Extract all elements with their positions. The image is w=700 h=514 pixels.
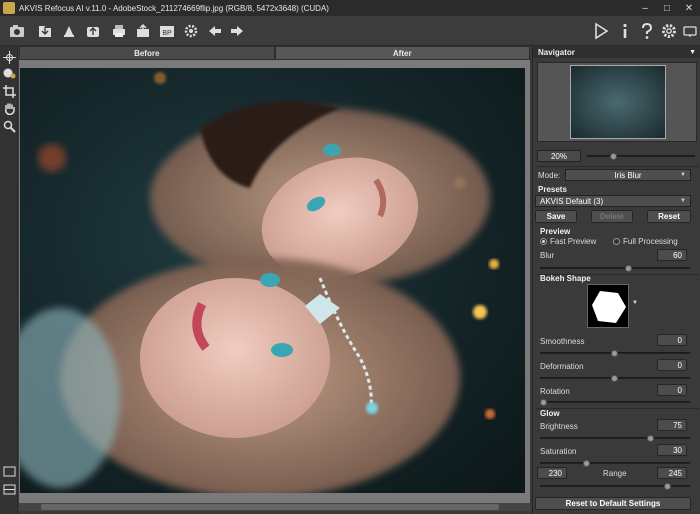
zoom-select[interactable]: 20%: [537, 150, 581, 162]
app-logo-icon: [3, 2, 15, 14]
photo-canvas[interactable]: [20, 68, 525, 493]
zoom-slider-knob[interactable]: [610, 153, 617, 160]
deformation-slider-knob[interactable]: [611, 375, 618, 382]
reset-default-settings-button[interactable]: Reset to Default Settings: [535, 497, 691, 510]
title-bar: AKVIS Refocus AI v.11.0 - AdobeStock_211…: [0, 0, 700, 16]
focus-area-icon[interactable]: [2, 66, 16, 80]
divider: [535, 166, 699, 167]
brightness-label: Brightness: [540, 422, 578, 431]
preferences-icon[interactable]: [660, 22, 678, 40]
range-max-value[interactable]: 245: [657, 467, 687, 479]
rotation-slider-knob[interactable]: [540, 399, 547, 406]
deformation-slider[interactable]: [540, 375, 690, 382]
bokeh-dropdown-arrow-icon[interactable]: ▼: [632, 300, 638, 306]
help-icon[interactable]: [638, 22, 656, 40]
delete-preset-button[interactable]: Delete: [591, 210, 633, 223]
range-slider-knob[interactable]: [664, 483, 671, 490]
hand-icon[interactable]: [2, 101, 16, 115]
preview-title: Preview: [540, 227, 571, 236]
forward-arrow-icon[interactable]: [228, 22, 246, 40]
blur-slider[interactable]: [540, 265, 690, 272]
toolbar: BP: [0, 16, 700, 46]
move-focus-icon[interactable]: [2, 50, 16, 64]
mode-label: Mode:: [538, 171, 561, 180]
presets-title: Presets: [538, 185, 567, 194]
smoothness-label: Smoothness: [540, 337, 585, 346]
rotation-value[interactable]: 0: [657, 384, 687, 396]
saturation-slider[interactable]: [540, 460, 690, 467]
mode-select[interactable]: Iris Blur ▼: [565, 169, 691, 181]
horizontal-scrollbar[interactable]: [19, 503, 530, 511]
brightness-slider[interactable]: [540, 435, 690, 442]
range-slider[interactable]: [540, 483, 690, 490]
blur-slider-knob[interactable]: [625, 265, 632, 272]
brightness-slider-knob[interactable]: [647, 435, 654, 442]
saturation-slider-knob[interactable]: [583, 460, 590, 467]
tooltip-icon[interactable]: [681, 22, 699, 40]
preset-value: AKVIS Default (3): [540, 196, 604, 206]
navigator-preview[interactable]: [537, 62, 697, 142]
mode-value: Iris Blur: [614, 170, 642, 180]
rotation-label: Rotation: [540, 387, 570, 396]
blur-value[interactable]: 60: [657, 249, 687, 261]
range-min-value[interactable]: 230: [537, 467, 567, 479]
collapse-arrow-icon[interactable]: ▼: [689, 49, 696, 56]
navigator-title: Navigator: [538, 47, 575, 57]
smoothness-slider-knob[interactable]: [611, 350, 618, 357]
rotation-slider[interactable]: [540, 399, 690, 406]
crop-icon[interactable]: [2, 84, 16, 98]
close-button[interactable]: ✕: [678, 0, 700, 16]
fast-preview-label[interactable]: Fast Preview: [550, 237, 596, 246]
chevron-down-icon: ▼: [680, 198, 686, 204]
image-viewport[interactable]: [19, 60, 530, 503]
photo-illustration: [20, 72, 499, 493]
zoom-slider[interactable]: [587, 153, 695, 160]
presets-select[interactable]: AKVIS Default (3) ▼: [535, 195, 691, 207]
print-icon[interactable]: [110, 22, 128, 40]
run-icon[interactable]: [592, 22, 610, 40]
chevron-down-icon: ▼: [680, 172, 686, 178]
minimize-button[interactable]: –: [634, 0, 656, 16]
scrollbar-thumb[interactable]: [41, 504, 499, 510]
info-icon[interactable]: [616, 22, 634, 40]
fast-preview-radio[interactable]: [540, 238, 547, 245]
reset-preset-button[interactable]: Reset: [647, 210, 691, 223]
window-title: AKVIS Refocus AI v.11.0 - AdobeStock_211…: [19, 3, 329, 13]
single-view-icon[interactable]: [2, 464, 16, 478]
zoom-icon[interactable]: [2, 119, 16, 133]
deformation-value[interactable]: 0: [657, 359, 687, 371]
maximize-button[interactable]: □: [656, 0, 678, 16]
navigator-header: Navigator ▼: [533, 46, 700, 58]
akvis-logo-icon: [8, 22, 26, 40]
save-preset-button[interactable]: Save: [535, 210, 577, 223]
plugin-icon[interactable]: [182, 22, 200, 40]
settings-panel: Navigator ▼ 20% Mode: Iris Blur ▼ Preset…: [532, 46, 700, 514]
navigator-thumbnail[interactable]: [570, 65, 666, 139]
split-view-icon[interactable]: [2, 482, 16, 496]
full-processing-radio[interactable]: [613, 238, 620, 245]
brightness-value[interactable]: 75: [657, 419, 687, 431]
svg-text:BP: BP: [162, 30, 172, 37]
bokeh-shape-preview[interactable]: [587, 284, 629, 328]
open-icon[interactable]: [36, 22, 54, 40]
batch-icon[interactable]: BP: [158, 22, 176, 40]
tab-before[interactable]: Before: [19, 46, 275, 60]
tool-panel: [0, 46, 18, 514]
smoothness-value[interactable]: 0: [657, 334, 687, 346]
saturation-value[interactable]: 30: [657, 444, 687, 456]
full-processing-label[interactable]: Full Processing: [623, 237, 678, 246]
deformation-label: Deformation: [540, 362, 584, 371]
save-icon[interactable]: [60, 22, 78, 40]
view-tabs: Before After: [19, 46, 530, 60]
smoothness-slider[interactable]: [540, 350, 690, 357]
share-icon[interactable]: [134, 22, 152, 40]
blur-label: Blur: [540, 251, 555, 260]
saturation-label: Saturation: [540, 447, 577, 456]
bokeh-shape-title: Bokeh Shape: [540, 274, 591, 283]
tab-after[interactable]: After: [274, 46, 530, 60]
glow-title: Glow: [540, 409, 560, 418]
back-arrow-icon[interactable]: [206, 22, 224, 40]
upload-icon[interactable]: [84, 22, 102, 40]
range-label: Range: [603, 469, 627, 478]
